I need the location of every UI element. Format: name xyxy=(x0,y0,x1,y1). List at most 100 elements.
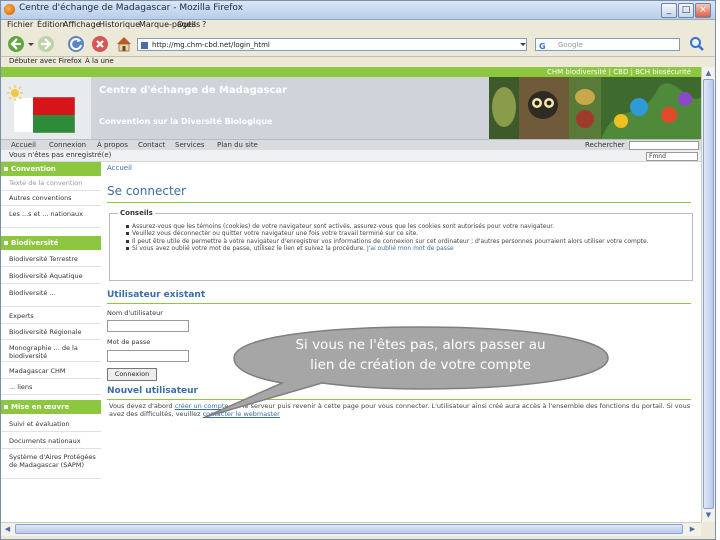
url-dropdown-icon[interactable] xyxy=(519,40,527,49)
conseils-title: Conseils xyxy=(118,209,155,217)
divider xyxy=(107,303,691,304)
list-item: Si vous avez oublié votre mot de passe, … xyxy=(126,245,686,252)
madagascar-flag-icon xyxy=(13,97,75,133)
horizontal-scroll-thumb[interactable] xyxy=(15,524,683,534)
firefox-icon xyxy=(4,4,15,15)
login-button[interactable]: Connexion xyxy=(107,368,157,381)
site-search-input[interactable] xyxy=(629,141,699,150)
top-links[interactable]: CHM biodiversité | CBD | BCH biosécurité xyxy=(547,68,691,76)
vertical-scroll-thumb[interactable] xyxy=(703,79,714,509)
scroll-up-icon[interactable]: ▲ xyxy=(703,68,714,78)
list-item: Assurez-vous que les témoins (cookies) d… xyxy=(126,223,686,230)
menu-history[interactable]: Historique xyxy=(99,20,140,29)
sidebar-item[interactable]: Texte de la convention xyxy=(1,179,101,191)
contact-webmaster-link[interactable]: contacter le webmaster xyxy=(203,410,280,418)
sidebar-item[interactable]: Biodiversité Aquatique xyxy=(1,272,101,284)
sidebar-item[interactable]: ... liens xyxy=(1,383,101,395)
bullet-square-icon xyxy=(4,167,8,171)
sidebar: Convention Texte de la convention Autres… xyxy=(1,162,101,522)
bullet-square-icon xyxy=(4,241,8,245)
horizontal-scrollbar[interactable]: ◀ ▶ xyxy=(1,522,701,536)
sidebar-item[interactable]: Monographie ... de la biodiversité xyxy=(1,344,101,362)
sidebar-item[interactable]: Biodiversité ... xyxy=(1,289,101,307)
nav-a-propos[interactable]: À propos xyxy=(97,141,128,149)
menu-bar: Fichier Édition Affichage Historique Mar… xyxy=(1,19,715,31)
nav-connexion[interactable]: Connexion xyxy=(49,141,86,149)
browser-window: Centre d'échange de Madagascar - Mozilla… xyxy=(0,0,716,540)
new-user-text: Vous devez d'abord créer un compte sur l… xyxy=(109,402,691,418)
bookmark-headlines[interactable]: À la une xyxy=(85,57,114,65)
bookmarks-bar: Débuter avec Firefox À la une xyxy=(1,57,715,67)
biodiversity-photos xyxy=(489,77,701,139)
login-status-row: Vous n'êtes pas enregistré(e) Fmnd xyxy=(1,150,701,162)
back-history-icon[interactable] xyxy=(27,35,35,53)
vertical-scrollbar[interactable]: ▲ ▼ xyxy=(701,67,715,522)
site-subtitle: Convention sur la Diversité Biologique xyxy=(99,117,273,126)
back-icon[interactable] xyxy=(7,35,25,53)
sidebar-item[interactable]: Documents nationaux xyxy=(1,437,101,449)
bookmark-getting-started[interactable]: Débuter avec Firefox xyxy=(9,57,82,65)
divider xyxy=(107,399,691,400)
password-field[interactable] xyxy=(107,350,189,362)
breadcrumb[interactable]: Accueil xyxy=(107,164,132,172)
sidebar-item[interactable]: Biodiversité Terrestre xyxy=(1,255,101,267)
username-field[interactable] xyxy=(107,320,189,332)
site-search-label: Rechercher xyxy=(585,141,625,149)
conseils-box: Conseils Assurez-vous que les témoins (c… xyxy=(109,209,693,281)
sidebar-item[interactable]: Biodiversité Régionale xyxy=(1,328,101,340)
nav-contact[interactable]: Contact xyxy=(138,141,165,149)
scroll-left-icon[interactable]: ◀ xyxy=(2,524,13,534)
username-label: Nom d'utilisateur xyxy=(107,309,163,317)
login-status: Vous n'êtes pas enregistré(e) xyxy=(9,151,112,159)
sidebar-item[interactable]: Les ...s et ... nationaux xyxy=(1,210,101,228)
sidebar-item[interactable]: Experts xyxy=(1,312,101,324)
close-button[interactable]: × xyxy=(695,3,711,18)
home-icon[interactable] xyxy=(115,35,133,53)
scroll-right-icon[interactable]: ▶ xyxy=(687,524,698,534)
sidebar-item[interactable]: Système d'Aires Protégées de Madagascar … xyxy=(1,453,101,479)
window-title: Centre d'échange de Madagascar - Mozilla… xyxy=(19,3,243,13)
new-user-heading: Nouvel utilisateur xyxy=(107,386,198,396)
menu-view[interactable]: Affichage xyxy=(63,20,101,29)
reload-icon[interactable] xyxy=(67,35,85,53)
password-label: Mot de passe xyxy=(107,338,151,346)
main-content: Accueil Se connecter Conseils Assurez-vo… xyxy=(107,162,701,522)
sidebar-item[interactable]: Madagascar CHM xyxy=(1,367,101,379)
existing-user-heading: Utilisateur existant xyxy=(107,290,206,300)
site-favicon xyxy=(141,42,148,49)
menu-edit[interactable]: Édition xyxy=(37,20,65,29)
sun-icon xyxy=(7,85,23,101)
search-icon[interactable] xyxy=(689,36,705,52)
forgot-password-link[interactable]: J'ai oublié mon mot de passe xyxy=(367,245,454,252)
search-field[interactable]: G Google xyxy=(535,38,680,51)
create-account-link[interactable]: créer un compte xyxy=(175,402,229,410)
minimize-button[interactable]: _ xyxy=(661,3,677,18)
top-green-bar: CHM biodiversité | CBD | BCH biosécurité xyxy=(1,67,701,77)
sidebar-heading-mise-en-oeuvre: Mise en œuvre xyxy=(1,400,101,414)
divider xyxy=(107,202,691,203)
url-text: http://mg.chm-cbd.net/login_html xyxy=(152,41,270,49)
nav-accueil[interactable]: Accueil xyxy=(11,141,36,149)
nav-plan-du-site[interactable]: Plan du site xyxy=(217,141,258,149)
menu-help[interactable]: ? xyxy=(202,20,206,29)
sidebar-item[interactable]: Autres conventions xyxy=(1,194,101,206)
menu-tools[interactable]: Outils xyxy=(177,20,200,29)
flag-area xyxy=(1,77,91,139)
language-select[interactable]: Fmnd xyxy=(646,152,698,161)
sidebar-heading-convention: Convention xyxy=(1,162,101,176)
site-nav: Accueil Connexion À propos Contact Servi… xyxy=(1,139,701,150)
maximize-button[interactable]: □ xyxy=(678,3,694,18)
stop-icon[interactable] xyxy=(91,35,109,53)
nav-services[interactable]: Services xyxy=(175,141,205,149)
forward-icon[interactable] xyxy=(37,35,55,53)
sidebar-item[interactable]: Suivi et évaluation xyxy=(1,420,101,432)
scroll-down-icon[interactable]: ▼ xyxy=(703,510,714,520)
list-item: Veuillez vous déconnecter ou quitter vot… xyxy=(126,230,686,237)
site-banner: Centre d'échange de Madagascar Conventio… xyxy=(1,77,701,139)
menu-file[interactable]: Fichier xyxy=(7,20,33,29)
search-placeholder: Google xyxy=(558,41,583,49)
url-bar[interactable]: http://mg.chm-cbd.net/login_html xyxy=(137,38,527,51)
bullet-square-icon xyxy=(4,405,8,409)
title-bar: Centre d'échange de Madagascar - Mozilla… xyxy=(1,1,715,20)
web-page: CHM biodiversité | CBD | BCH biosécurité… xyxy=(1,67,701,522)
